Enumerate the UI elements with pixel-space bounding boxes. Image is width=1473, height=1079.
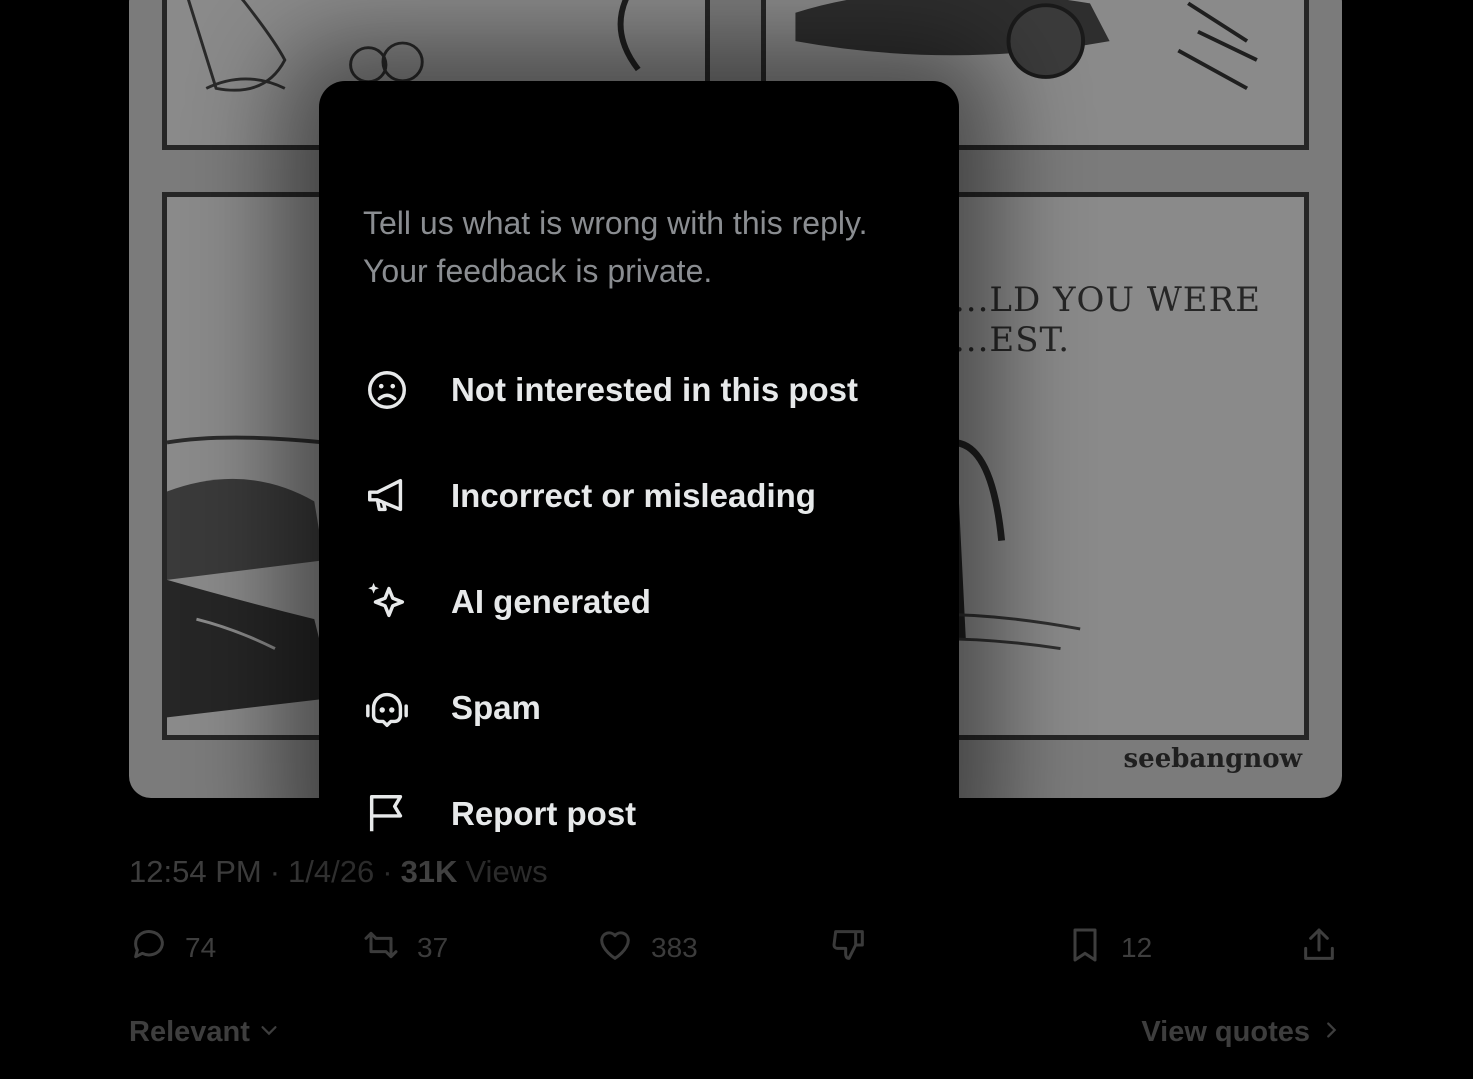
reply-icon xyxy=(129,925,169,972)
sort-label: Relevant xyxy=(129,1016,250,1048)
sort-dropdown[interactable]: Relevant xyxy=(129,1016,280,1049)
menu-item-label: Report post xyxy=(451,795,637,832)
comic-credit-text: seebangnow xyxy=(1123,744,1302,774)
comic-caption-text: ...LD YOU WERE ...EST. xyxy=(954,280,1262,360)
share-icon xyxy=(1299,925,1339,972)
feedback-options-list: Not interested in this post Incorrect or… xyxy=(363,337,923,867)
dislike-button[interactable] xyxy=(829,925,869,971)
view-quotes-link[interactable]: View quotes xyxy=(1141,1016,1342,1049)
menu-item-report-post[interactable]: Report post xyxy=(363,761,923,867)
reply-count: 74 xyxy=(185,932,217,963)
repost-count: 37 xyxy=(417,932,449,963)
view-quotes-label: View quotes xyxy=(1141,1016,1310,1048)
sparkle-icon xyxy=(363,578,411,626)
post-time: 12:54 PM xyxy=(129,854,262,889)
meta-separator: · xyxy=(269,854,281,889)
post-action-bar: 74 37 383 12 xyxy=(129,925,1342,971)
menu-item-label: Incorrect or misleading xyxy=(451,477,816,514)
bookmark-count: 12 xyxy=(1121,932,1153,963)
megaphone-icon xyxy=(363,472,411,520)
menu-item-label: Spam xyxy=(451,689,541,726)
post-date: 1/4/26 xyxy=(288,854,375,889)
repost-icon xyxy=(361,925,401,972)
flag-icon xyxy=(363,790,411,838)
replies-footer: Relevant View quotes xyxy=(129,1016,1342,1060)
chevron-down-icon xyxy=(258,1016,280,1049)
chevron-right-icon xyxy=(1320,1016,1342,1049)
thumbs-down-icon xyxy=(829,925,869,972)
reply-button[interactable]: 74 xyxy=(129,925,216,971)
frown-face-icon xyxy=(363,366,411,414)
screen: ...LD YOU WERE ...EST. seebangnow 12:54 … xyxy=(0,0,1473,1079)
like-button[interactable]: 383 xyxy=(595,925,698,971)
share-button[interactable] xyxy=(1299,925,1339,971)
menu-item-not-interested[interactable]: Not interested in this post xyxy=(363,337,923,443)
menu-item-ai-generated[interactable]: AI generated xyxy=(363,549,923,655)
reply-feedback-menu: Tell us what is wrong with this reply. Y… xyxy=(319,81,959,851)
menu-item-incorrect-misleading[interactable]: Incorrect or misleading xyxy=(363,443,923,549)
menu-item-spam[interactable]: Spam xyxy=(363,655,923,761)
bookmark-icon xyxy=(1065,925,1105,972)
robot-icon xyxy=(363,684,411,732)
bookmark-button[interactable]: 12 xyxy=(1065,925,1152,971)
menu-item-label: AI generated xyxy=(451,583,651,620)
like-count: 383 xyxy=(651,932,698,963)
repost-button[interactable]: 37 xyxy=(361,925,448,971)
heart-icon xyxy=(595,925,635,972)
feedback-description: Tell us what is wrong with this reply. Y… xyxy=(363,205,868,289)
menu-item-label: Not interested in this post xyxy=(451,371,859,408)
